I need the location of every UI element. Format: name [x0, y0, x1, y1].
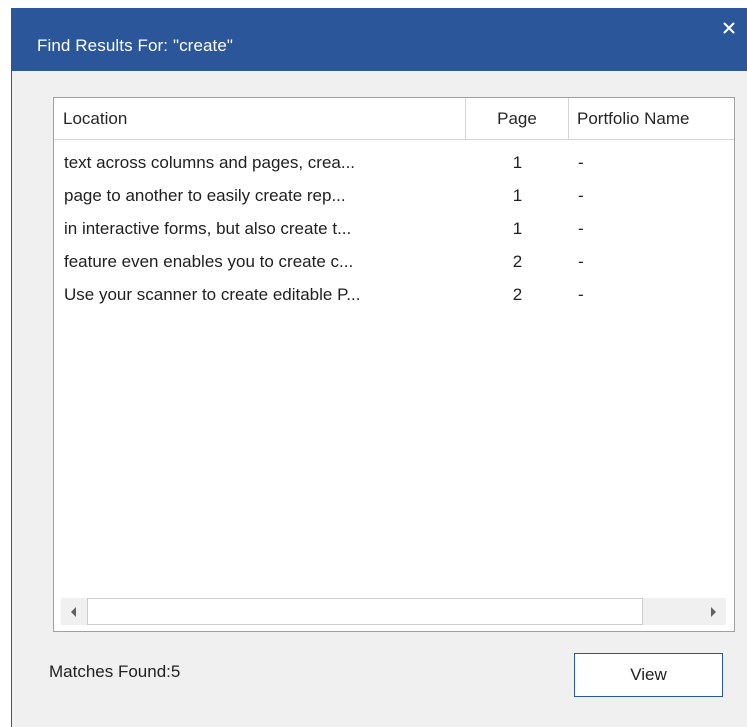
close-icon [723, 22, 735, 34]
result-row[interactable]: feature even enables you to create c... … [54, 245, 734, 278]
result-page: 2 [512, 285, 523, 304]
result-location: feature even enables you to create c... [64, 252, 354, 271]
result-page: 1 [512, 186, 523, 205]
result-row[interactable]: in interactive forms, but also create t.… [54, 212, 734, 245]
view-button[interactable]: View [574, 653, 723, 697]
result-location: Use your scanner to create editable P... [64, 285, 361, 304]
results-rows: text across columns and pages, crea... 1… [54, 146, 734, 311]
result-page: 1 [512, 153, 523, 172]
result-portfolio: - [578, 186, 584, 205]
horizontal-scrollbar[interactable] [54, 591, 734, 631]
scroll-track[interactable] [87, 598, 700, 625]
scroll-thumb[interactable] [87, 598, 643, 625]
result-page: 2 [512, 252, 523, 271]
triangle-right-icon [711, 606, 716, 617]
column-header-portfolio-name[interactable]: Portfolio Name [569, 98, 734, 140]
result-row[interactable]: page to another to easily create rep... … [54, 179, 734, 212]
result-row[interactable]: Use your scanner to create editable P...… [54, 278, 734, 311]
result-location: page to another to easily create rep... [64, 186, 346, 205]
matches-found-label: Matches Found:5 [49, 662, 181, 681]
results-list[interactable]: Location Page Portfolio Name text across… [53, 97, 735, 632]
scroll-right-button[interactable] [700, 598, 726, 625]
result-page: 1 [512, 219, 523, 238]
result-portfolio: - [578, 219, 584, 238]
result-portfolio: - [578, 252, 584, 271]
close-button[interactable] [711, 8, 747, 48]
result-location: text across columns and pages, crea... [64, 153, 356, 172]
scroll-left-button[interactable] [61, 598, 87, 625]
result-location: in interactive forms, but also create t.… [64, 219, 352, 238]
result-row[interactable]: text across columns and pages, crea... 1… [54, 146, 734, 179]
results-header: Location Page Portfolio Name [54, 98, 734, 140]
dialog-title: Find Results For: "create" [37, 36, 234, 55]
column-header-page[interactable]: Page [466, 98, 569, 140]
column-header-location[interactable]: Location [54, 98, 466, 140]
triangle-left-icon [71, 606, 76, 617]
result-portfolio: - [578, 285, 584, 304]
result-portfolio: - [578, 153, 584, 172]
find-results-dialog: Find Results For: "create" Location Page… [11, 8, 747, 727]
title-bar: Find Results For: "create" [12, 8, 747, 71]
